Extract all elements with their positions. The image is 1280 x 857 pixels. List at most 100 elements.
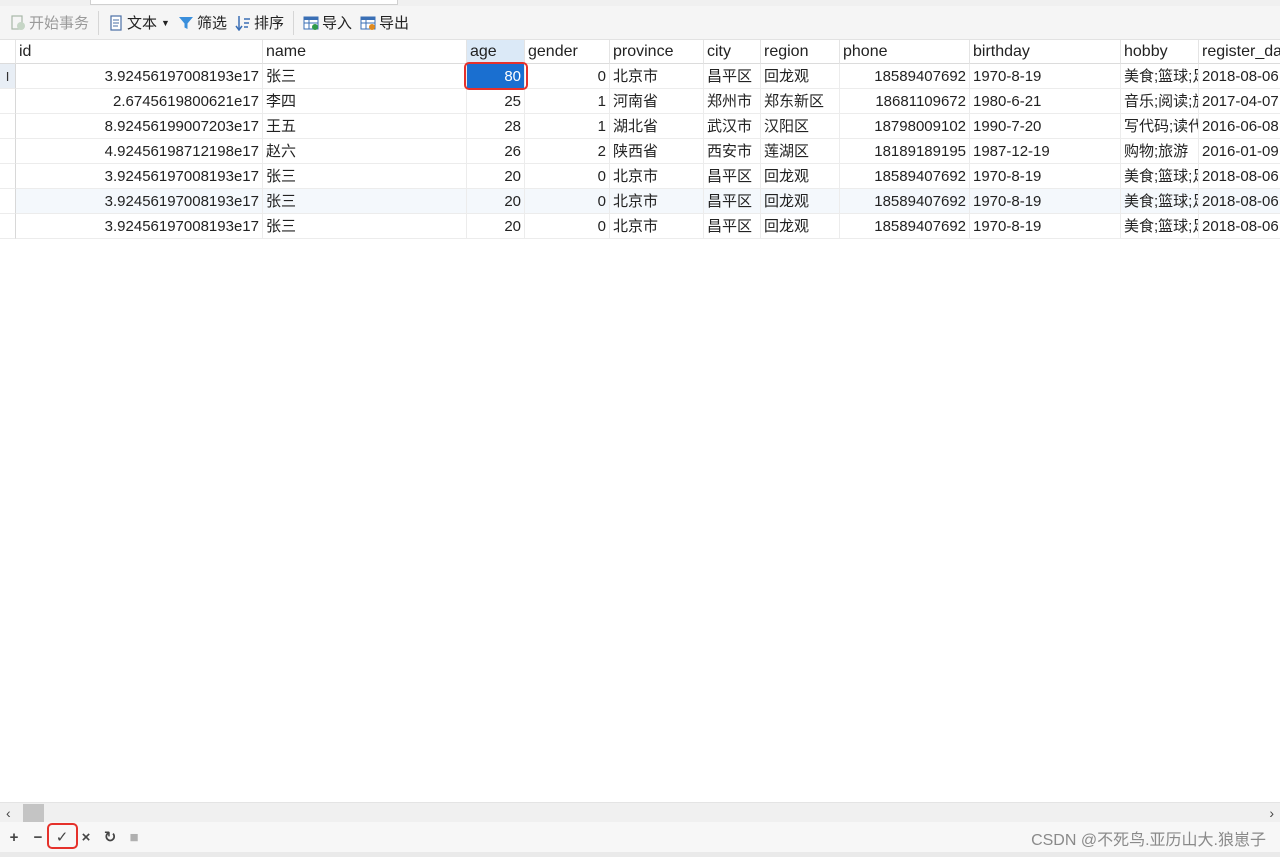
cell-region[interactable]: 回龙观 <box>761 189 840 214</box>
cell-province[interactable]: 北京市 <box>610 164 704 189</box>
cell-city[interactable]: 郑州市 <box>704 89 761 114</box>
row-indicator[interactable] <box>0 189 16 214</box>
cell-hobby[interactable]: 美食;篮球;足 <box>1121 214 1199 239</box>
cell-id[interactable]: 2.6745619800621e17 <box>16 89 263 114</box>
row-indicator[interactable] <box>0 164 16 189</box>
cell-province[interactable]: 北京市 <box>610 64 704 89</box>
cell-register-date[interactable]: 2018-08-06 <box>1199 64 1280 89</box>
column-header-phone[interactable]: phone <box>840 40 970 64</box>
column-header-gender[interactable]: gender <box>525 40 610 64</box>
column-header-register-date[interactable]: register_da <box>1199 40 1280 64</box>
column-header-id[interactable]: id <box>16 40 263 64</box>
cell-birthday[interactable]: 1970-8-19 <box>970 189 1121 214</box>
cell-province[interactable]: 北京市 <box>610 189 704 214</box>
sort-button[interactable]: 排序 <box>231 10 288 36</box>
cell-name[interactable]: 张三 <box>263 214 467 239</box>
cell-register-date[interactable]: 2018-08-06 <box>1199 164 1280 189</box>
cell-name[interactable]: 李四 <box>263 89 467 114</box>
stop-button[interactable]: ■ <box>122 825 146 849</box>
cell-phone[interactable]: 18798009102 <box>840 114 970 139</box>
active-tab[interactable] <box>90 0 398 5</box>
cell-hobby[interactable]: 美食;篮球;足 <box>1121 189 1199 214</box>
column-header-region[interactable]: region <box>761 40 840 64</box>
cell-province[interactable]: 河南省 <box>610 89 704 114</box>
cell-phone[interactable]: 18589407692 <box>840 189 970 214</box>
filter-button[interactable]: 筛选 <box>174 10 231 36</box>
cell-city[interactable]: 昌平区 <box>704 214 761 239</box>
cell-region[interactable]: 回龙观 <box>761 214 840 239</box>
cell-phone[interactable]: 18589407692 <box>840 64 970 89</box>
cell-gender[interactable]: 0 <box>525 214 610 239</box>
cell-birthday[interactable]: 1970-8-19 <box>970 214 1121 239</box>
cell-id[interactable]: 3.92456197008193e17 <box>16 64 263 89</box>
cell-age[interactable]: 28 <box>467 114 525 139</box>
cell-age[interactable]: 20 <box>467 214 525 239</box>
cell-id[interactable]: 3.92456197008193e17 <box>16 214 263 239</box>
cell-hobby[interactable]: 美食;篮球;足 <box>1121 164 1199 189</box>
cell-name[interactable]: 王五 <box>263 114 467 139</box>
cell-gender[interactable]: 0 <box>525 189 610 214</box>
horizontal-scrollbar[interactable]: ‹ › <box>0 802 1280 823</box>
row-indicator[interactable] <box>0 139 16 164</box>
cell-region[interactable]: 回龙观 <box>761 164 840 189</box>
cell-phone[interactable]: 18681109672 <box>840 89 970 114</box>
cell-birthday[interactable]: 1970-8-19 <box>970 64 1121 89</box>
scroll-left-arrow[interactable]: ‹ <box>6 804 11 822</box>
apply-changes-button[interactable]: ✓ <box>50 825 74 849</box>
cell-region[interactable]: 莲湖区 <box>761 139 840 164</box>
cell-gender[interactable]: 0 <box>525 64 610 89</box>
cell-id[interactable]: 4.92456198712198e17 <box>16 139 263 164</box>
column-header-hobby[interactable]: hobby <box>1121 40 1199 64</box>
row-indicator-current[interactable]: I <box>0 64 16 89</box>
cell-birthday[interactable]: 1970-8-19 <box>970 164 1121 189</box>
cell-phone[interactable]: 18189189195 <box>840 139 970 164</box>
scroll-thumb[interactable] <box>23 804 44 822</box>
cell-gender[interactable]: 1 <box>525 89 610 114</box>
cell-gender[interactable]: 0 <box>525 164 610 189</box>
cell-register-date[interactable]: 2016-06-08 <box>1199 114 1280 139</box>
row-indicator[interactable] <box>0 214 16 239</box>
cell-id[interactable]: 8.92456199007203e17 <box>16 114 263 139</box>
refresh-button[interactable]: ↻ <box>98 825 122 849</box>
cell-city[interactable]: 西安市 <box>704 139 761 164</box>
cell-gender[interactable]: 2 <box>525 139 610 164</box>
add-record-button[interactable]: + <box>2 825 26 849</box>
cell-age[interactable]: 20 <box>467 164 525 189</box>
cell-register-date[interactable]: 2016-01-09 <box>1199 139 1280 164</box>
discard-changes-button[interactable]: × <box>74 825 98 849</box>
text-button[interactable]: 文本 ▼ <box>104 10 174 36</box>
column-header-birthday[interactable]: birthday <box>970 40 1121 64</box>
cell-province[interactable]: 湖北省 <box>610 114 704 139</box>
cell-phone[interactable]: 18589407692 <box>840 164 970 189</box>
cell-city[interactable]: 昌平区 <box>704 189 761 214</box>
cell-phone[interactable]: 18589407692 <box>840 214 970 239</box>
cell-region[interactable]: 回龙观 <box>761 64 840 89</box>
cell-name[interactable]: 张三 <box>263 189 467 214</box>
cell-id[interactable]: 3.92456197008193e17 <box>16 189 263 214</box>
row-indicator[interactable] <box>0 114 16 139</box>
cell-hobby[interactable]: 音乐;阅读;旅 <box>1121 89 1199 114</box>
column-header-age[interactable]: age <box>467 40 525 64</box>
cell-city[interactable]: 昌平区 <box>704 164 761 189</box>
scroll-right-arrow[interactable]: › <box>1269 804 1274 822</box>
column-header-name[interactable]: name <box>263 40 467 64</box>
cell-region[interactable]: 郑东新区 <box>761 89 840 114</box>
cell-name[interactable]: 张三 <box>263 64 467 89</box>
chevron-down-icon[interactable]: ▼ <box>161 18 170 28</box>
cell-age[interactable]: 26 <box>467 139 525 164</box>
grid-corner[interactable] <box>0 40 16 64</box>
delete-record-button[interactable]: − <box>26 825 50 849</box>
cell-hobby[interactable]: 写代码;读代 <box>1121 114 1199 139</box>
cell-gender[interactable]: 1 <box>525 114 610 139</box>
cell-register-date[interactable]: 2017-04-07 <box>1199 89 1280 114</box>
export-button[interactable]: 导出 <box>356 10 413 36</box>
cell-province[interactable]: 北京市 <box>610 214 704 239</box>
cell-age[interactable]: 20 <box>467 189 525 214</box>
column-header-province[interactable]: province <box>610 40 704 64</box>
row-indicator[interactable] <box>0 89 16 114</box>
cell-age-editing[interactable]: 80 <box>467 64 525 89</box>
cell-name[interactable]: 张三 <box>263 164 467 189</box>
cell-register-date[interactable]: 2018-08-06 <box>1199 214 1280 239</box>
cell-age[interactable]: 25 <box>467 89 525 114</box>
cell-register-date[interactable]: 2018-08-06 <box>1199 189 1280 214</box>
